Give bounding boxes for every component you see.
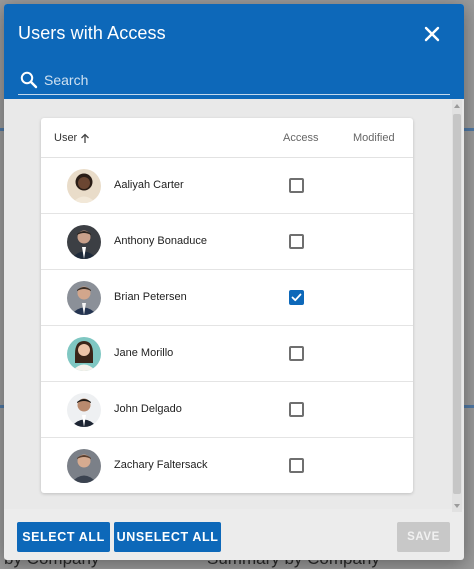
avatar-zachary bbox=[67, 449, 101, 483]
table-row: John Delgado bbox=[41, 382, 413, 438]
access-checkbox[interactable] bbox=[289, 458, 304, 473]
avatar bbox=[67, 449, 101, 483]
avatar bbox=[67, 225, 101, 259]
user-name: Aaliyah Carter bbox=[114, 179, 184, 191]
column-header-modified[interactable]: Modified bbox=[353, 132, 395, 144]
avatar-aaliyah bbox=[67, 169, 101, 203]
users-table: User Access Modified Aaliyah Carter Anth… bbox=[41, 118, 413, 493]
column-header-access[interactable]: Access bbox=[283, 132, 318, 144]
table-row: Zachary Faltersack bbox=[41, 438, 413, 494]
scrollbar[interactable] bbox=[452, 100, 462, 512]
search-input[interactable] bbox=[44, 67, 444, 93]
sort-ascending-icon bbox=[81, 133, 90, 143]
table-row: Brian Petersen bbox=[41, 270, 413, 326]
avatar-anthony bbox=[67, 225, 101, 259]
avatar bbox=[67, 169, 101, 203]
user-name: Anthony Bonaduce bbox=[114, 235, 207, 247]
user-name: Jane Morillo bbox=[114, 347, 174, 359]
user-name: Brian Petersen bbox=[114, 291, 187, 303]
unselect-all-button[interactable]: UNSELECT ALL bbox=[114, 522, 221, 552]
search-bar bbox=[18, 67, 450, 95]
table-row: Anthony Bonaduce bbox=[41, 214, 413, 270]
access-checkbox[interactable] bbox=[289, 178, 304, 193]
users-with-access-dialog: Users with Access User A bbox=[4, 4, 464, 560]
access-checkbox[interactable] bbox=[289, 402, 304, 417]
table-header: User Access Modified bbox=[41, 118, 413, 158]
dialog-title: Users with Access bbox=[18, 23, 166, 43]
table-row: Jane Morillo bbox=[41, 326, 413, 382]
access-checkbox[interactable] bbox=[289, 234, 304, 249]
column-header-user-label: User bbox=[54, 132, 78, 144]
search-icon bbox=[20, 71, 38, 89]
avatar bbox=[67, 281, 101, 315]
avatar-brian bbox=[67, 281, 101, 315]
access-checkbox[interactable] bbox=[289, 346, 304, 361]
table-row: Aaliyah Carter bbox=[41, 158, 413, 214]
close-icon bbox=[424, 26, 440, 42]
avatar bbox=[67, 337, 101, 371]
save-button[interactable]: SAVE bbox=[397, 522, 450, 552]
column-header-user[interactable]: User bbox=[54, 132, 90, 144]
dialog-header: Users with Access bbox=[4, 4, 464, 99]
access-checkbox[interactable] bbox=[289, 290, 304, 305]
avatar-john bbox=[67, 393, 101, 427]
user-name: Zachary Faltersack bbox=[114, 459, 208, 471]
scroll-thumb[interactable] bbox=[453, 114, 461, 494]
avatar-jane bbox=[67, 337, 101, 371]
close-button[interactable] bbox=[419, 21, 445, 47]
avatar bbox=[67, 393, 101, 427]
user-name: John Delgado bbox=[114, 403, 182, 415]
select-all-button[interactable]: SELECT ALL bbox=[17, 522, 110, 552]
scroll-down-arrow-icon[interactable] bbox=[454, 504, 460, 508]
scroll-up-arrow-icon[interactable] bbox=[454, 104, 460, 108]
checkmark-icon bbox=[291, 293, 302, 302]
